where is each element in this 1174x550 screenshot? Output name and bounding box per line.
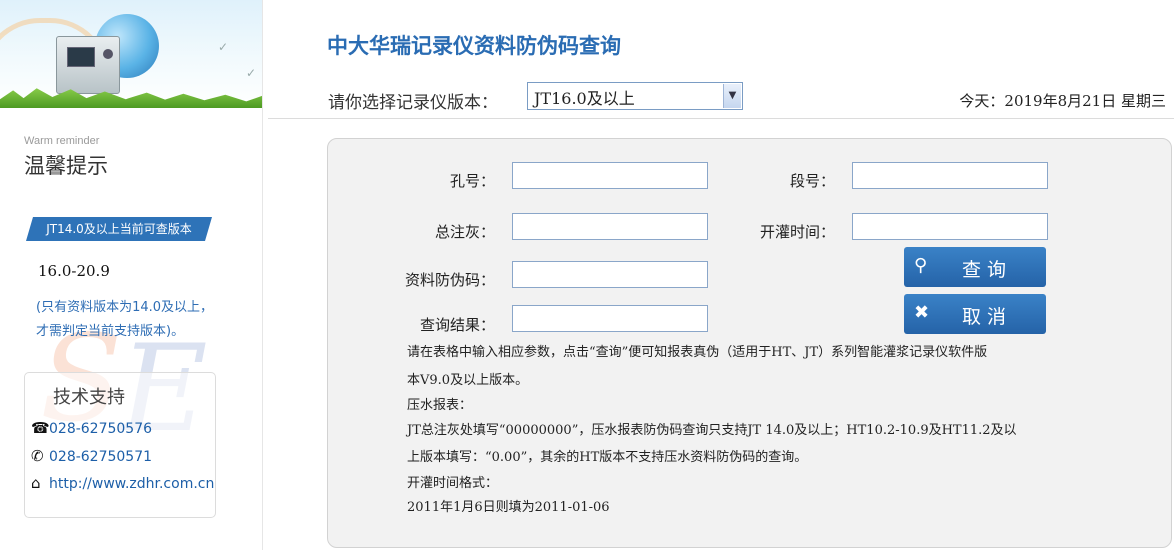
phone-number: 028-62750571 bbox=[49, 449, 153, 465]
version-select-value: JT16.0及以上 bbox=[534, 89, 635, 108]
version-note: 才需判定当前支持版本)。 bbox=[36, 324, 185, 339]
total-ash-label: 总注灰： bbox=[434, 223, 495, 241]
banner-image: ✓ ✓ bbox=[0, 0, 262, 108]
start-time-label: 开灌时间： bbox=[759, 223, 835, 241]
tech-support-title: 技术支持 bbox=[53, 387, 125, 408]
phone-icon: ✆ bbox=[31, 447, 44, 465]
support-website[interactable]: ⌂ http://www.zdhr.com.cn bbox=[31, 474, 214, 492]
version-select-label: 请你选择记录仪版本： bbox=[328, 93, 498, 113]
security-code-input[interactable] bbox=[512, 261, 708, 288]
recorder-device-image bbox=[56, 36, 120, 94]
phone-number: 028-62750576 bbox=[49, 421, 153, 437]
device-knob bbox=[103, 49, 113, 59]
query-button[interactable]: ⚲ 查询 bbox=[904, 247, 1046, 287]
version-select[interactable]: JT16.0及以上 ▼ bbox=[527, 82, 743, 110]
section-label: 段号： bbox=[789, 172, 835, 190]
warm-reminder-title: 温馨提示 bbox=[24, 154, 108, 178]
website-link[interactable]: http://www.zdhr.com.cn bbox=[49, 476, 214, 492]
total-ash-input[interactable] bbox=[512, 213, 708, 240]
query-button-label: 查询 bbox=[962, 259, 1013, 281]
version-range: 16.0-20.9 bbox=[38, 262, 110, 280]
warm-reminder-en: Warm reminder bbox=[24, 135, 100, 147]
sidebar: ✓ ✓ S E Warm reminder 温馨提示 JT14.0及以上当前可查… bbox=[0, 0, 263, 550]
hole-input[interactable] bbox=[512, 162, 708, 189]
page-title: 中大华瑞记录仪资料防伪码查询 bbox=[327, 34, 621, 58]
device-screen bbox=[67, 47, 95, 67]
query-result-label: 查询结果： bbox=[419, 316, 495, 334]
today-date: 今天：2019年8月21日 星期三 bbox=[959, 92, 1166, 110]
search-icon: ⚲ bbox=[914, 255, 928, 276]
bird-icon: ✓ bbox=[218, 40, 229, 54]
hole-label: 孔号： bbox=[449, 172, 495, 190]
support-phone-2: ✆ 028-62750571 bbox=[31, 447, 152, 465]
instruction-text: 本V9.0及以上版本。 bbox=[407, 373, 529, 388]
bird-icon: ✓ bbox=[246, 66, 257, 80]
security-code-label: 资料防伪码： bbox=[404, 271, 495, 289]
supported-version-badge: JT14.0及以上当前可查版本 bbox=[26, 217, 212, 241]
section-input[interactable] bbox=[852, 162, 1048, 189]
home-icon: ⌂ bbox=[31, 474, 41, 492]
query-form-panel: 孔号： 段号： 总注灰： 开灌时间： 资料防伪码： 查询结果： ⚲ 查询 ✖ 取… bbox=[327, 138, 1172, 548]
chevron-down-icon[interactable]: ▼ bbox=[723, 84, 741, 108]
instruction-text: 请在表格中输入相应参数，点击“查询”便可知报表真伪（适用于HT、JT）系列智能灌… bbox=[407, 345, 988, 360]
cancel-button-label: 取消 bbox=[962, 306, 1013, 328]
header-divider bbox=[268, 118, 1174, 119]
instruction-heading: 开灌时间格式： bbox=[407, 476, 499, 491]
close-icon: ✖ bbox=[914, 302, 930, 323]
cancel-button[interactable]: ✖ 取消 bbox=[904, 294, 1046, 334]
tech-support-box: 技术支持 ☎028-62750576 ✆ 028-62750571 ⌂ http:/… bbox=[24, 372, 216, 518]
query-result-field[interactable] bbox=[512, 305, 708, 332]
support-phone-1: ☎028-62750576 bbox=[31, 419, 152, 437]
instruction-text: JT总注灰处填写“00000000”，压水报表防伪码查询只支持JT 14.0及以… bbox=[407, 423, 1017, 438]
instruction-heading: 压水报表： bbox=[407, 398, 473, 413]
instruction-text: 上版本填写：“0.00”，其余的HT版本不支持压水资料防伪码的查询。 bbox=[407, 450, 808, 465]
start-time-input[interactable] bbox=[852, 213, 1048, 240]
telephone-icon: ☎ bbox=[31, 419, 50, 437]
version-note: (只有资料版本为14.0及以上， bbox=[36, 300, 214, 315]
instruction-text: 2011年1月6日则填为2011-01-06 bbox=[407, 500, 610, 515]
